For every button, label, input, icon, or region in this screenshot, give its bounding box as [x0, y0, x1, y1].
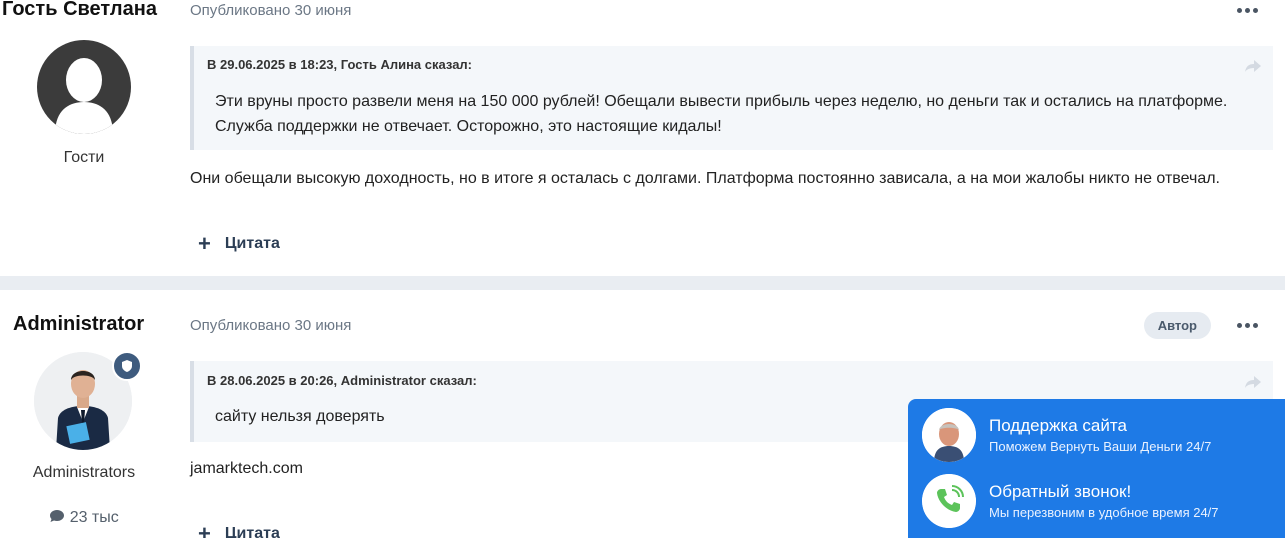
phone-icon	[922, 474, 976, 528]
phone-icon-circle	[922, 474, 976, 528]
support-agent-avatar	[922, 408, 976, 462]
post-date[interactable]: Опубликовано 30 июня	[190, 317, 351, 334]
share-icon[interactable]	[1245, 376, 1261, 388]
cite-label: Цитата	[224, 525, 280, 538]
cite-label: Цитата	[224, 235, 280, 252]
more-options-button[interactable]	[1237, 315, 1261, 335]
support-agent-icon	[922, 408, 976, 462]
post-date[interactable]: Опубликовано 30 июня	[190, 2, 351, 19]
quote-header[interactable]: В 29.06.2025 в 18:23, Гость Алина сказал…	[207, 57, 472, 72]
comment-icon	[50, 510, 65, 522]
avatar[interactable]	[37, 40, 131, 134]
more-options-button[interactable]	[1237, 0, 1261, 20]
shield-icon	[112, 351, 142, 381]
post-separator	[0, 276, 1285, 290]
callback-title: Обратный звонок!	[989, 482, 1132, 501]
post-count-value: 23 тыс	[69, 509, 119, 526]
cite-button[interactable]: + Цитата	[198, 522, 280, 538]
user-group: Гости	[63, 149, 105, 166]
support-subtitle: Поможем Вернуть Ваши Деньги 24/7	[989, 439, 1212, 454]
support-widget: Поддержка сайта Поможем Вернуть Ваши Ден…	[908, 399, 1285, 538]
post-body: Они обещали высокую доходность, но в ито…	[190, 170, 1220, 187]
quote-header[interactable]: В 28.06.2025 в 20:26, Administrator сказ…	[207, 373, 477, 388]
default-avatar-icon	[55, 58, 113, 134]
quote-line: Эти вруны просто развели меня на 150 000…	[215, 93, 1228, 110]
callback-button[interactable]: Обратный звонок! Мы перезвоним в удобное…	[922, 474, 1275, 530]
quote-line: Служба поддержки не отвечает. Осторожно,…	[215, 118, 722, 135]
quote-text: Эти вруны просто развели меня на 150 000…	[215, 89, 1253, 139]
author-name[interactable]: Administrator	[13, 313, 144, 336]
plus-icon: +	[198, 231, 211, 256]
cite-button[interactable]: + Цитата	[198, 232, 280, 256]
support-title: Поддержка сайта	[989, 416, 1127, 435]
author-name[interactable]: Гость Светлана	[2, 0, 157, 21]
support-chat-button[interactable]: Поддержка сайта Поможем Вернуть Ваши Ден…	[922, 408, 1275, 464]
share-icon[interactable]	[1245, 60, 1261, 72]
author-badge: Автор	[1143, 312, 1211, 339]
callback-subtitle: Мы перезвоним в удобное время 24/7	[989, 505, 1219, 520]
quote-block: В 29.06.2025 в 18:23, Гость Алина сказал…	[190, 46, 1273, 150]
post-body[interactable]: jamarktech.com	[190, 460, 303, 478]
user-group: Administrators	[32, 464, 136, 481]
plus-icon: +	[198, 521, 211, 538]
post-1: Гость Светлана Гости Опубликовано 30 июн…	[0, 0, 1285, 276]
post-count[interactable]: 23 тыс	[0, 509, 168, 527]
